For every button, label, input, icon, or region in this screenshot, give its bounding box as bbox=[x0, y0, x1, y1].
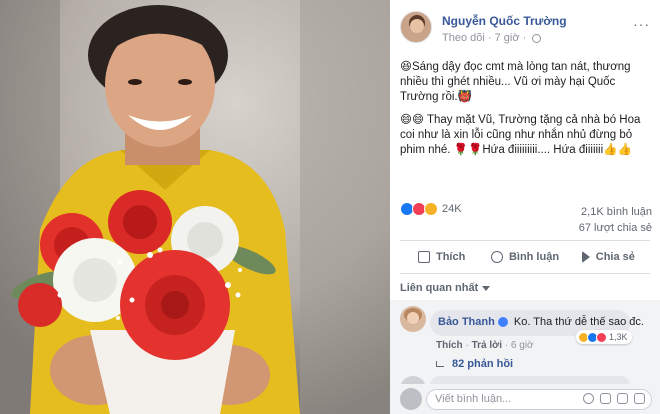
comment-placeholder: Viết bình luận... bbox=[435, 393, 512, 405]
comment-bubble-icon bbox=[490, 251, 503, 263]
comment-reaction-count: 1,3K bbox=[609, 332, 628, 342]
chevron-down-icon bbox=[482, 285, 491, 291]
reaction-count[interactable]: 24K bbox=[442, 203, 462, 215]
reaction-summary[interactable]: 24K bbox=[400, 200, 462, 218]
meta-separator: · bbox=[487, 32, 492, 45]
love-reaction-icon bbox=[596, 331, 607, 343]
comment-input[interactable]: Viết bình luận... bbox=[426, 389, 652, 410]
thumbs-up-icon bbox=[417, 251, 430, 263]
post-meta: Theo dõi · 7 giờ · bbox=[442, 32, 542, 45]
share-label: Chia sẻ bbox=[595, 251, 635, 263]
comment-composer: Viết bình luận... bbox=[390, 384, 660, 414]
follow-link[interactable]: Theo dõi bbox=[442, 32, 485, 44]
comment-time[interactable]: 6 giờ bbox=[511, 340, 534, 351]
post-paragraph: 😄😄 Thay mặt Vũ, Trường tặng cả nhà bó Ho… bbox=[400, 114, 641, 156]
comment-count[interactable]: 2,1K bình luận bbox=[581, 206, 652, 218]
post-time[interactable]: 7 giờ bbox=[495, 32, 520, 44]
author-name[interactable]: Nguyễn Quốc Trường bbox=[442, 14, 567, 28]
comment-like-link[interactable]: Thích bbox=[436, 340, 463, 351]
like-label: Thích bbox=[435, 251, 466, 263]
commenter-name[interactable]: Bảo Thanh bbox=[438, 316, 495, 328]
comment-filter-dropdown[interactable]: Liên quan nhất bbox=[400, 282, 491, 294]
comment-label: Bình luận bbox=[508, 251, 560, 263]
post-header: Nguyễn Quốc Trường Theo dõi · 7 giờ · ··… bbox=[400, 8, 650, 48]
comment-button[interactable]: Bình luận bbox=[483, 244, 566, 270]
comment-text: Ko. Tha thứ dễ thế sao đc. bbox=[513, 316, 644, 328]
composer-icons bbox=[583, 393, 645, 404]
haha-reaction-icon bbox=[424, 202, 438, 216]
sticker-icon[interactable] bbox=[634, 393, 645, 404]
comment-reaction-summary[interactable]: 1,3K bbox=[576, 330, 632, 344]
commenter-avatar[interactable] bbox=[400, 306, 426, 332]
filter-label: Liên quan nhất bbox=[400, 282, 479, 294]
post-text: 😆Sáng dậy đọc cmt mà lòng tan nát, thươn… bbox=[400, 60, 650, 166]
share-count[interactable]: 67 lượt chia sẻ bbox=[579, 222, 652, 234]
share-button[interactable]: Chia sẻ bbox=[567, 244, 650, 270]
author-avatar[interactable] bbox=[400, 11, 432, 43]
meta-separator: · bbox=[522, 32, 527, 45]
share-arrow-icon bbox=[581, 251, 590, 263]
globe-icon bbox=[532, 33, 542, 43]
replies-count: 82 phản hồi bbox=[452, 358, 514, 370]
current-user-avatar bbox=[400, 388, 422, 410]
more-options-icon[interactable]: ··· bbox=[633, 16, 650, 32]
divider bbox=[400, 240, 650, 241]
like-button[interactable]: Thích bbox=[400, 244, 483, 270]
reply-arrow-icon bbox=[436, 361, 444, 368]
comment-reply-link[interactable]: Trả lời bbox=[472, 340, 502, 351]
photo-illustration bbox=[0, 0, 390, 414]
emoji-icon[interactable] bbox=[583, 393, 594, 404]
post-photo[interactable] bbox=[0, 0, 390, 414]
comment-meta: Thích · Trả lời · 6 giờ bbox=[436, 340, 534, 351]
divider bbox=[400, 273, 650, 274]
post-paragraph: 😆Sáng dậy đọc cmt mà lòng tan nát, thươn… bbox=[400, 61, 631, 103]
camera-icon[interactable] bbox=[600, 393, 611, 404]
verified-badge-icon bbox=[497, 317, 508, 328]
gif-icon[interactable] bbox=[617, 393, 628, 404]
action-bar: Thích Bình luận Chia sẻ bbox=[400, 244, 650, 270]
post-panel: Nguyễn Quốc Trường Theo dõi · 7 giờ · ··… bbox=[390, 0, 660, 414]
view-replies-link[interactable]: 82 phản hồi bbox=[436, 358, 513, 370]
